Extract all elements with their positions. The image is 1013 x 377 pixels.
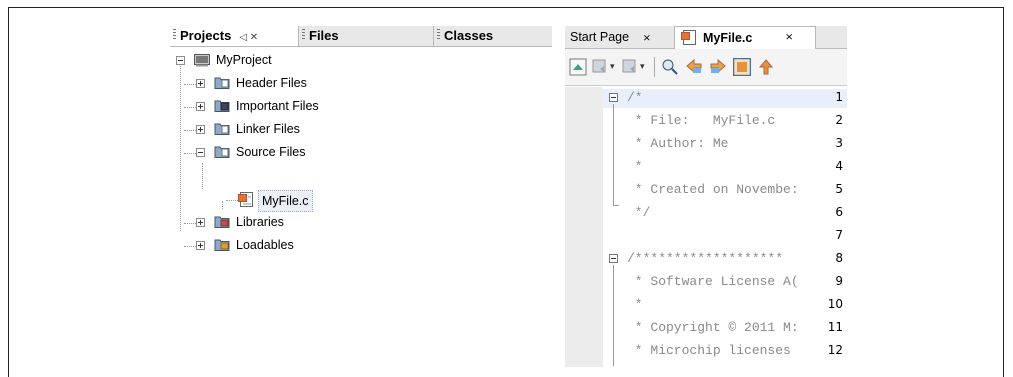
c-source-file-icon — [681, 30, 696, 45]
fold-guide-line — [613, 265, 614, 366]
fold-guide-end — [613, 205, 619, 206]
code-line[interactable]: * Microchip licenses — [627, 343, 791, 358]
expand-toggle[interactable] — [196, 125, 205, 134]
forward-icon[interactable] — [621, 58, 639, 76]
tree-item-label: Linker Files — [236, 122, 300, 136]
tab-start-page-label: Start Page — [570, 30, 630, 44]
tab-files[interactable]: Files — [299, 26, 434, 46]
toolbar-separator — [654, 57, 655, 77]
line-number: 4 — [835, 159, 843, 173]
code-line[interactable]: * Copyright © 2011 M: — [627, 320, 799, 335]
line-number: 1 — [835, 90, 843, 104]
folder-linker-icon — [214, 123, 230, 135]
line-number-gutter — [565, 87, 603, 367]
line-number: 3 — [835, 136, 843, 150]
back-icon[interactable] — [591, 58, 609, 76]
code-line[interactable]: /* — [627, 90, 643, 105]
tab-projects-label: Projects — [180, 28, 232, 43]
tab-myfile-c-label: MyFile.c — [703, 31, 753, 45]
line-number: 2 — [835, 113, 843, 127]
line-number: 9 — [835, 274, 843, 288]
projects-tab-bar: Projects ◁ ✕ Files Classes — [170, 26, 552, 47]
c-source-file-icon — [238, 192, 253, 207]
last-edit-icon[interactable] — [569, 58, 587, 76]
tree-guide-line — [226, 200, 238, 201]
code-line[interactable]: * — [627, 297, 643, 312]
tree-root-label: MyProject — [216, 53, 272, 67]
find-next-icon[interactable] — [709, 58, 727, 76]
editor-panel: Start Page ⨯ MyFile.c ⨯ ▾ ▾ 1 /* 2 * Fil… — [565, 26, 847, 367]
drag-grip-icon[interactable] — [302, 29, 305, 41]
tab-classes[interactable]: Classes — [434, 26, 552, 46]
tree-item-label: Loadables — [236, 238, 294, 252]
tab-projects-controls[interactable]: ◁ ✕ — [239, 32, 258, 43]
tree-guide-line — [180, 61, 181, 231]
tree-item-label: Important Files — [236, 99, 319, 113]
line-number: 8 — [835, 251, 843, 265]
line-number: 7 — [835, 228, 843, 242]
editor-toolbar: ▾ ▾ — [565, 49, 847, 86]
close-icon[interactable]: ⨯ — [785, 27, 793, 49]
drag-grip-icon[interactable] — [437, 29, 440, 41]
code-line[interactable]: * File: MyFile.c — [627, 113, 775, 128]
tree-child-label: MyFile.c — [258, 190, 313, 212]
tab-files-label: Files — [309, 28, 339, 43]
tab-myfile-c[interactable]: MyFile.c ⨯ — [674, 26, 816, 49]
tree-guide-line — [222, 201, 223, 209]
code-fold-toggle[interactable] — [609, 93, 618, 102]
expand-toggle[interactable] — [196, 241, 205, 250]
line-number: 6 — [835, 205, 843, 219]
code-line[interactable]: */ — [627, 205, 651, 220]
drag-grip-icon[interactable] — [173, 29, 176, 41]
code-line[interactable]: * Created on Novembe: — [627, 182, 799, 197]
projects-panel: Projects ◁ ✕ Files Classes MyProject Hea… — [170, 26, 552, 366]
editor-tab-bar: Start Page ⨯ MyFile.c ⨯ — [565, 26, 847, 49]
folder-loadables-icon — [214, 239, 230, 251]
expand-toggle[interactable] — [196, 218, 205, 227]
expand-toggle[interactable] — [196, 79, 205, 88]
tab-projects[interactable]: Projects ◁ ✕ — [170, 26, 299, 46]
line-number: 12 — [827, 343, 843, 357]
code-line[interactable]: /******************* — [627, 251, 783, 266]
line-number: 5 — [835, 182, 843, 196]
code-line[interactable]: * Author: Me — [627, 136, 729, 151]
tree-guide-line — [202, 163, 203, 189]
folder-important-icon — [214, 100, 230, 112]
tree-item-label: Libraries — [236, 215, 284, 229]
folder-source-icon — [214, 146, 230, 158]
project-icon — [194, 54, 210, 67]
line-number: 10 — [827, 297, 843, 311]
folder-header-icon — [214, 77, 230, 89]
code-fold-toggle[interactable] — [609, 254, 618, 263]
code-line[interactable]: * — [627, 159, 643, 174]
bookmark-previous-icon[interactable] — [757, 58, 775, 76]
collapse-toggle[interactable] — [196, 148, 205, 157]
expand-toggle[interactable] — [196, 102, 205, 111]
folder-libraries-icon — [214, 216, 230, 228]
toggle-highlight-icon[interactable] — [733, 58, 751, 76]
chevron-down-icon[interactable]: ▾ — [610, 61, 615, 72]
line-number: 11 — [827, 320, 843, 334]
tab-classes-label: Classes — [444, 28, 494, 43]
code-line[interactable]: * Software License A( — [627, 274, 799, 289]
close-icon[interactable]: ⨯ — [643, 33, 651, 44]
tree-item-label: Header Files — [236, 76, 307, 90]
find-icon[interactable] — [661, 58, 679, 76]
tab-start-page[interactable]: Start Page ⨯ — [570, 26, 651, 48]
chevron-down-icon[interactable]: ▾ — [640, 61, 645, 72]
tree-item-label: Source Files — [236, 145, 306, 159]
find-previous-icon[interactable] — [685, 58, 703, 76]
fold-guide-line — [613, 104, 614, 205]
collapse-toggle[interactable] — [176, 56, 185, 65]
